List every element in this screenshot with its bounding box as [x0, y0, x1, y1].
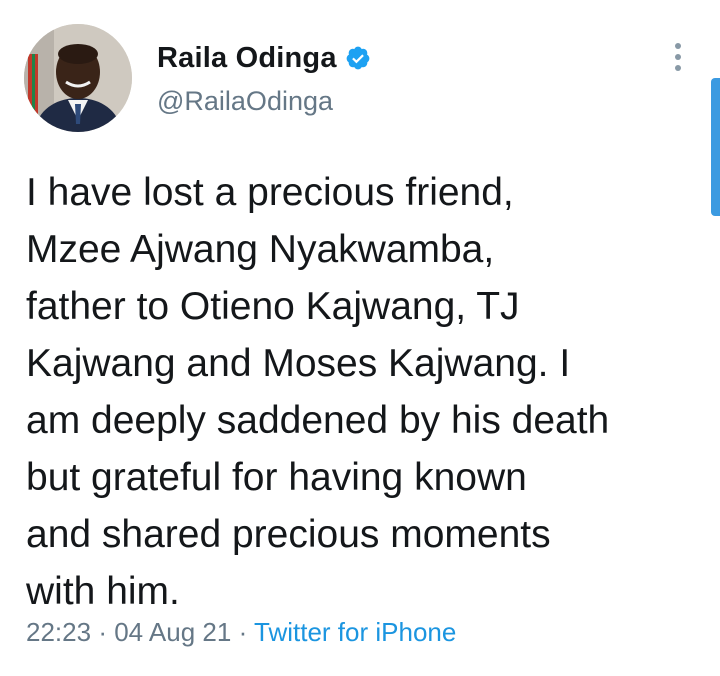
tweet-text: I have lost a precious friend, Mzee Ajwa…: [26, 164, 706, 620]
author-avatar[interactable]: [24, 24, 132, 132]
verified-badge-icon: [346, 46, 370, 70]
tweet-date[interactable]: 04 Aug 21: [114, 617, 231, 647]
meta-separator: ·: [98, 617, 107, 647]
tweet-text-line: Mzee Ajwang Nyakwamba,: [26, 228, 495, 271]
tweet-text-line: am deeply saddened by his death: [26, 399, 610, 442]
avatar-photo: [24, 24, 132, 132]
tweet-text-line: Kajwang and Moses Kajwang. I: [26, 342, 571, 385]
author-name-row[interactable]: Raila Odinga: [157, 40, 371, 76]
tweet-text-line: but grateful for having known: [26, 456, 527, 499]
more-vertical-icon[interactable]: [668, 40, 688, 74]
tweet-source-link[interactable]: Twitter for iPhone: [254, 617, 456, 647]
tweet-metadata: 22:23 · 04 Aug 21 · Twitter for iPhone: [26, 617, 456, 648]
tweet-text-line: father to Otieno Kajwang, TJ: [26, 285, 520, 328]
author-display-name[interactable]: Raila Odinga: [157, 42, 337, 75]
author-handle[interactable]: @RailaOdinga: [157, 86, 333, 117]
meta-separator: ·: [238, 617, 248, 647]
tweet-text-line: I have lost a precious friend,: [26, 171, 514, 214]
scrollbar-thumb[interactable]: [711, 78, 720, 216]
tweet-text-line: with him.: [26, 570, 180, 613]
tweet-time[interactable]: 22:23: [26, 617, 91, 647]
tweet-detail: Raila Odinga @RailaOdinga I have lost a …: [0, 0, 720, 676]
tweet-text-line: and shared precious moments: [26, 513, 551, 556]
